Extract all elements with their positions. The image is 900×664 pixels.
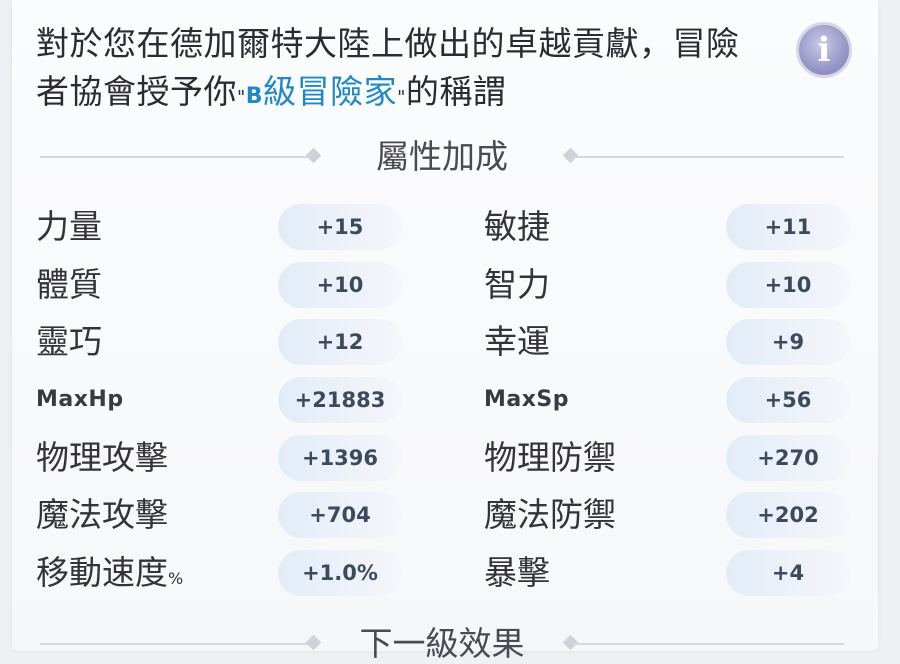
stat-row: 物理防禦 +270 <box>0 435 900 481</box>
description-prefix: 者協會授予你 <box>36 72 237 111</box>
divider-diamond-left <box>305 147 322 164</box>
stat-value: +202 <box>726 492 850 538</box>
divider-line-left <box>40 156 310 158</box>
quote-open: " <box>237 87 246 108</box>
stat-label: 智力 <box>484 265 550 304</box>
stat-value: +4 <box>726 550 850 596</box>
title-name-rest: 級冒險家 <box>263 72 398 111</box>
stat-row: 魔法防禦 +202 <box>0 492 900 538</box>
stat-label: 魔法防禦 <box>484 495 616 534</box>
stat-label: 暴擊 <box>484 553 550 592</box>
attribute-section-title: 屬性加成 <box>376 137 508 176</box>
stat-label: 敏捷 <box>484 207 550 246</box>
description-line-2: 者協會授予你"B級冒險家"的稱謂 <box>36 68 796 121</box>
attribute-section-header: 屬性加成 <box>40 137 844 177</box>
divider-line-left <box>40 643 310 645</box>
divider-line-right <box>574 156 844 158</box>
stat-value: +270 <box>726 435 850 481</box>
stat-label: 物理防禦 <box>484 438 616 477</box>
stat-label: 幸運 <box>484 322 550 361</box>
title-description: 對於您在德加爾特大陸上做出的卓越貢獻，冒險 者協會授予你"B級冒險家"的稱謂 <box>36 20 796 121</box>
description-suffix: 的稱謂 <box>405 72 507 111</box>
description-line-1: 對於您在德加爾特大陸上做出的卓越貢獻，冒險 <box>36 24 740 63</box>
divider-diamond-left <box>305 634 322 651</box>
stat-value: +10 <box>726 262 850 308</box>
divider-line-right <box>574 643 844 645</box>
stat-row: 暴擊 +4 <box>0 550 900 596</box>
stat-row: MaxSp +56 <box>0 377 900 423</box>
stat-value: +11 <box>726 204 850 250</box>
stat-row: 智力 +10 <box>0 262 900 308</box>
title-grade-letter: B <box>245 84 264 109</box>
stat-row: 幸運 +9 <box>0 319 900 365</box>
next-level-section-title: 下一級效果 <box>359 624 525 663</box>
stat-value: +56 <box>726 377 850 423</box>
stat-label: MaxSp <box>484 387 570 412</box>
stat-row: 敏捷 +11 <box>0 204 900 250</box>
quote-close: " <box>397 87 406 108</box>
info-button[interactable]: i <box>796 22 852 78</box>
title-name: B級冒險家 <box>246 72 397 111</box>
next-level-section-header: 下一級效果 <box>40 624 844 664</box>
stat-value: +9 <box>726 319 850 365</box>
info-icon: i <box>817 30 831 70</box>
